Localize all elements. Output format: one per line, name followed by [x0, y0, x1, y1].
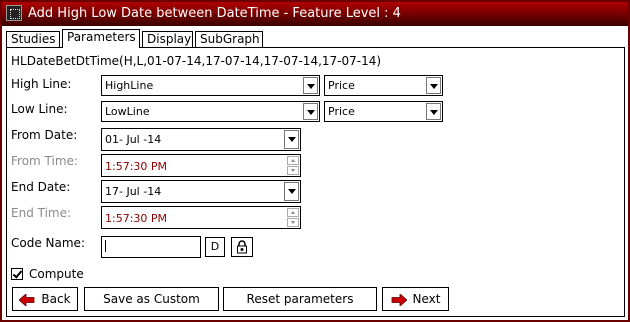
end-time-label: End Time: [11, 206, 72, 220]
text-caret [105, 240, 106, 252]
arrow-left-icon [19, 293, 35, 306]
chevron-down-icon[interactable] [426, 103, 441, 120]
low-line-select[interactable]: LowLine [101, 101, 320, 122]
end-time-value: 1:57:30 PM [105, 212, 168, 225]
dialog-window: Add High Low Date between DateTime - Fea… [0, 0, 630, 322]
from-time-label: From Time: [11, 154, 78, 168]
tab-studies[interactable]: Studies [6, 31, 60, 47]
end-date-picker[interactable]: 17- Jul -14 [101, 180, 301, 203]
low-line-source-select[interactable]: Price [324, 101, 443, 122]
lock-button[interactable] [231, 237, 253, 257]
spin-down-icon[interactable] [287, 218, 299, 227]
lock-icon [237, 240, 247, 254]
compute-label: Compute [29, 267, 84, 281]
reset-parameters-button[interactable]: Reset parameters [223, 287, 377, 311]
from-date-label: From Date: [11, 128, 78, 142]
back-button[interactable]: Back [12, 287, 78, 311]
chevron-down-icon[interactable] [284, 182, 299, 201]
window-title: Add High Low Date between DateTime - Fea… [28, 6, 401, 21]
spin-up-icon[interactable] [287, 156, 299, 165]
study-expression: HLDateBetDtTime(H,L,01-07-14,17-07-14,17… [11, 54, 382, 68]
high-line-label: High Line: [11, 77, 72, 91]
back-label: Back [41, 292, 71, 306]
next-label: Next [412, 292, 441, 306]
from-date-picker[interactable]: 01- Jul -14 [101, 128, 301, 151]
chevron-down-icon[interactable] [284, 130, 299, 149]
next-button[interactable]: Next [382, 287, 449, 311]
end-date-label: End Date: [11, 180, 71, 194]
d-button[interactable]: D [205, 237, 225, 257]
tab-subgraph[interactable]: SubGraph [195, 31, 263, 47]
chevron-down-icon[interactable] [303, 77, 318, 94]
compute-checkbox[interactable] [11, 268, 23, 280]
from-time-field[interactable]: 1:57:30 PM [101, 154, 301, 177]
end-date-value: 17- Jul -14 [105, 185, 162, 198]
from-date-value: 01- Jul -14 [105, 133, 162, 146]
app-icon [6, 5, 22, 21]
low-line-label: Low Line: [11, 102, 68, 116]
spin-down-icon[interactable] [287, 166, 299, 175]
high-line-source-select[interactable]: Price [324, 75, 443, 96]
code-name-input[interactable] [101, 236, 201, 258]
tab-parameters[interactable]: Parameters [62, 29, 140, 48]
high-line-source-value: Price [328, 79, 355, 92]
end-time-field[interactable]: 1:57:30 PM [101, 206, 301, 229]
spin-up-icon[interactable] [287, 208, 299, 217]
low-line-source-value: Price [328, 105, 355, 118]
chevron-down-icon[interactable] [303, 103, 318, 120]
code-name-label: Code Name: [11, 236, 85, 250]
arrow-right-icon [391, 293, 407, 306]
title-bar[interactable]: Add High Low Date between DateTime - Fea… [2, 2, 628, 26]
high-line-value: HighLine [105, 79, 154, 92]
save-as-custom-button[interactable]: Save as Custom [84, 287, 219, 311]
high-line-select[interactable]: HighLine [101, 75, 320, 96]
chevron-down-icon[interactable] [426, 77, 441, 94]
from-time-value: 1:57:30 PM [105, 160, 168, 173]
tab-display[interactable]: Display [142, 31, 193, 47]
low-line-value: LowLine [105, 105, 150, 118]
